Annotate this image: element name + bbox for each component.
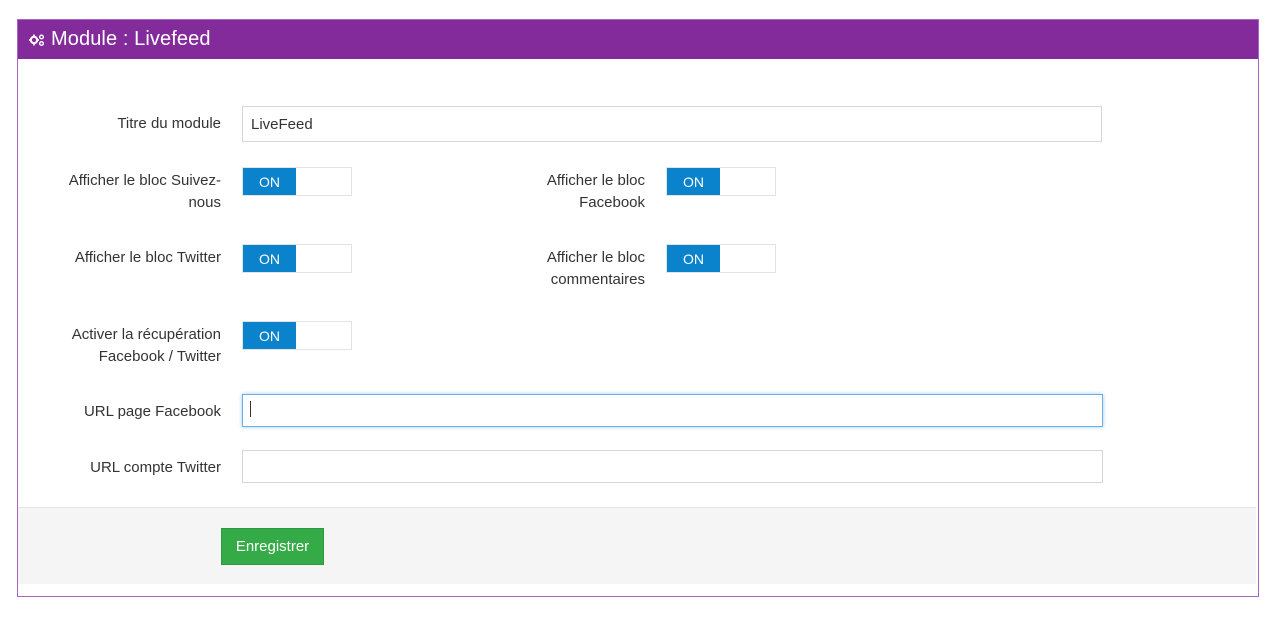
show-comments-label: Afficher le bloc commentaires bbox=[546, 249, 645, 288]
twitter-url-label: URL compte Twitter bbox=[90, 459, 221, 476]
panel-header: Module : Livefeed bbox=[18, 20, 1258, 59]
enable-fetch-label: Activer la récupération Facebook / Twitt… bbox=[71, 326, 221, 365]
facebook-url-input[interactable] bbox=[242, 394, 1103, 427]
show-twitter-label: Afficher le bloc Twitter bbox=[74, 249, 221, 266]
switch-on-label: ON bbox=[243, 245, 296, 272]
show-facebook-label: Afficher le bloc Facebook bbox=[546, 172, 645, 211]
module-title-label: Titre du module bbox=[117, 115, 221, 132]
show-facebook-switch[interactable]: ON bbox=[666, 167, 776, 196]
show-twitter-switch[interactable]: ON bbox=[242, 244, 352, 273]
cogs-icon bbox=[29, 33, 45, 47]
twitter-url-input[interactable] bbox=[242, 450, 1103, 483]
switch-on-label: ON bbox=[667, 168, 720, 195]
switch-on-label: ON bbox=[667, 245, 720, 272]
module-title-input[interactable] bbox=[242, 106, 1102, 142]
switch-off-area bbox=[720, 245, 775, 272]
switch-off-area bbox=[296, 168, 351, 195]
show-follow-label: Afficher le bloc Suivez-nous bbox=[68, 172, 221, 211]
enable-fetch-switch[interactable]: ON bbox=[242, 321, 352, 350]
show-follow-switch[interactable]: ON bbox=[242, 167, 352, 196]
show-comments-switch[interactable]: ON bbox=[666, 244, 776, 273]
switch-on-label: ON bbox=[243, 322, 296, 349]
switch-off-area bbox=[720, 168, 775, 195]
form-footer: Enregistrer bbox=[18, 507, 1256, 584]
switch-off-area bbox=[296, 245, 351, 272]
switch-on-label: ON bbox=[243, 168, 296, 195]
page-title: Module : Livefeed bbox=[51, 28, 211, 50]
text-caret bbox=[250, 401, 251, 417]
facebook-url-label: URL page Facebook bbox=[83, 403, 221, 420]
save-button[interactable]: Enregistrer bbox=[221, 528, 324, 565]
switch-off-area bbox=[296, 322, 351, 349]
